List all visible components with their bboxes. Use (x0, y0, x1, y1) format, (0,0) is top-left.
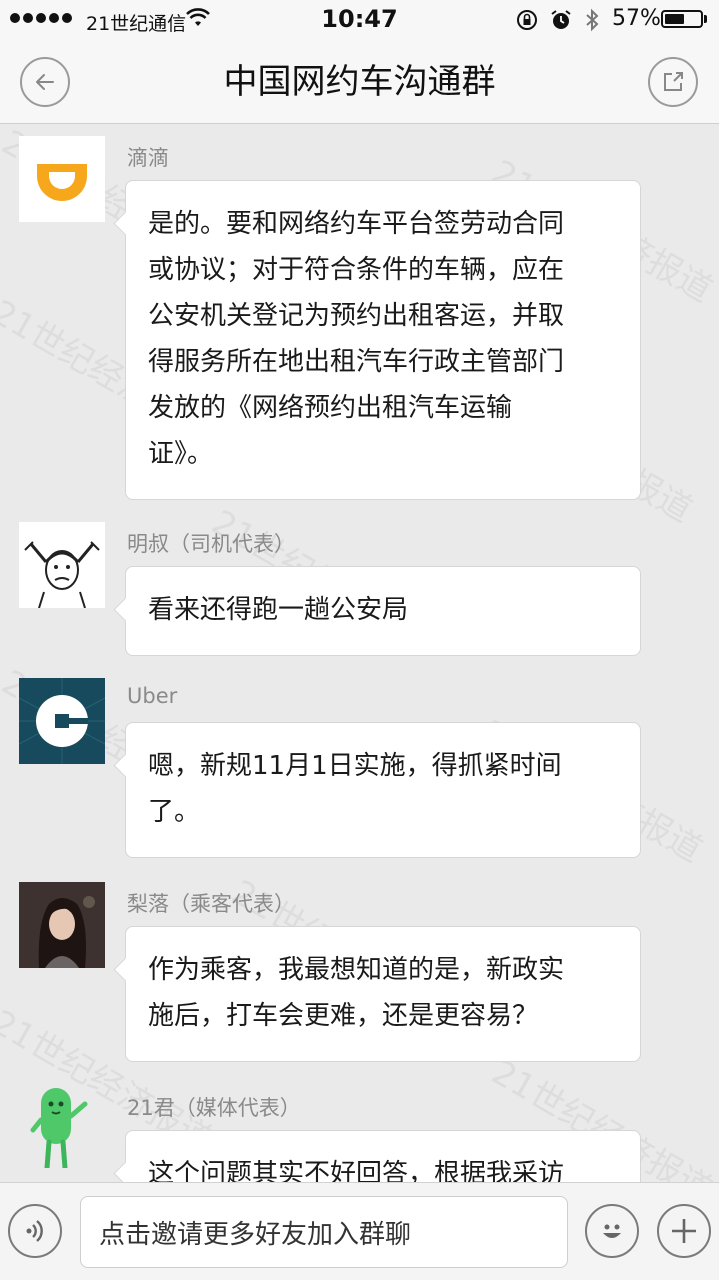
alarm-icon (551, 10, 571, 29)
sender-name: 梨落（乘客代表） (127, 892, 295, 916)
uber-logo-icon (19, 678, 105, 764)
green-mascot-avatar[interactable] (19, 1082, 105, 1168)
battery-level (665, 14, 684, 24)
woman-photo-avatar[interactable] (19, 882, 105, 968)
sender-name: 滴滴 (127, 146, 169, 170)
green-mascot-icon (30, 1088, 88, 1168)
message-bubble[interactable]: 是的。要和网络约车平台签劳动合同 或协议；对于符合条件的车辆，应在 公安机关登记… (125, 180, 641, 500)
input-bar: 点击邀请更多好友加入群聊 (0, 1182, 719, 1280)
orientation-lock-icon (517, 10, 537, 30)
voice-icon (26, 1220, 43, 1242)
share-external-icon (664, 72, 683, 91)
message-bubble[interactable]: 嗯，新规11月1日实施，得抓紧时间 了。 (125, 722, 641, 858)
page-title: 中国网约车沟通群 (223, 62, 496, 102)
voice-button[interactable] (8, 1204, 62, 1258)
message-list[interactable]: 21世纪经济报道 21世纪经济报道 21世纪经济报道 21世纪经济报道 21世纪… (0, 124, 719, 1182)
battery-icon (661, 10, 703, 28)
emoji-button[interactable] (585, 1204, 639, 1258)
sender-name: 明叔（司机代表） (127, 532, 295, 556)
nav-bar: 中国网约车沟通群 (0, 40, 719, 124)
uber-logo-avatar[interactable] (19, 678, 105, 764)
sender-name: 21君（媒体代表） (127, 1096, 301, 1120)
share-button[interactable] (648, 57, 698, 107)
status-icons (516, 8, 600, 32)
emoji-icon (603, 1224, 621, 1238)
battery-percent: 57% (612, 6, 661, 31)
message-bubble[interactable]: 这个问题其实不好回答，根据我采访 (125, 1130, 641, 1182)
message-bubble[interactable]: 看来还得跑一趟公安局 (125, 566, 641, 656)
plus-icon (672, 1219, 696, 1243)
plus-button[interactable] (657, 1204, 711, 1258)
woman-photo-icon (19, 882, 105, 968)
chat-input[interactable]: 点击邀请更多好友加入群聊 (80, 1196, 568, 1268)
cartoon-man-avatar[interactable] (19, 522, 105, 608)
status-bar: 21世纪通信 10:47 57% (0, 0, 719, 40)
message-bubble[interactable]: 作为乘客，我最想知道的是，新政实 施后，打车会更难，还是更容易？ (125, 926, 641, 1062)
didi-logo-icon (37, 164, 87, 201)
battery-tip (704, 15, 707, 23)
bluetooth-icon (586, 8, 599, 32)
cartoon-face-icon (24, 541, 100, 608)
didi-logo-avatar[interactable] (19, 136, 105, 222)
sender-name: Uber (127, 684, 178, 708)
